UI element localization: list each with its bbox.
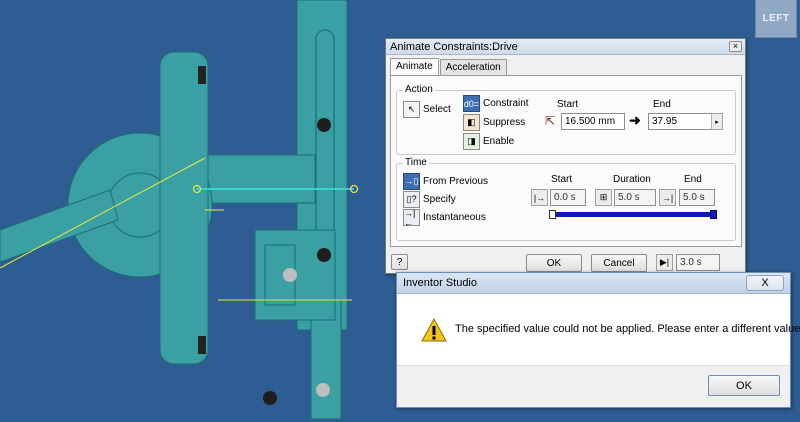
slider-fill	[551, 212, 715, 217]
from-previous-icon: →▯	[403, 173, 420, 190]
message-text: The specified value could not be applied…	[455, 323, 800, 335]
measure-icon[interactable]: ⇱	[545, 114, 555, 128]
end-value-flyout-button[interactable]: ▸	[711, 113, 723, 130]
animate-constraints-dialog: Animate Constraints:Drive × Animate Acce…	[385, 38, 746, 274]
time-start-icon[interactable]: |→	[531, 189, 548, 206]
option-constraint[interactable]: d0= Constraint	[463, 95, 529, 112]
bolt	[317, 248, 331, 262]
option-suppress[interactable]: ◧ Suppress	[463, 114, 525, 131]
group-title: Time	[403, 157, 429, 168]
message-area: The specified value could not be applied…	[397, 294, 800, 366]
select-option[interactable]: ↖ Select	[403, 101, 451, 118]
select-label: Select	[423, 104, 451, 115]
option-instantaneous[interactable]: →|← Instantaneous	[403, 208, 486, 228]
time-end-label: End	[684, 174, 702, 185]
bolt	[317, 118, 331, 132]
time-start-input[interactable]: 0.0 s	[550, 189, 586, 206]
slider-end-handle[interactable]	[710, 210, 717, 219]
ok-button[interactable]: OK	[526, 254, 582, 272]
dialog-title: Inventor Studio	[403, 277, 477, 289]
start-value-input[interactable]: 16.500 mm	[561, 113, 625, 130]
option-enable[interactable]: ◨ Enable	[463, 133, 514, 150]
time-group: Time →▯ From Previous ▯? Specify →|← Ins…	[396, 157, 736, 241]
time-end-icon[interactable]: →|	[659, 189, 676, 206]
time-start-label: Start	[551, 174, 573, 185]
option-label: Constraint	[483, 98, 529, 109]
time-end-input[interactable]: 5.0 s	[679, 189, 715, 206]
option-specify[interactable]: ▯? Specify	[403, 191, 456, 208]
slider-start-handle[interactable]	[549, 210, 556, 219]
instantaneous-icon: →|←	[403, 208, 420, 228]
close-button[interactable]: X	[746, 275, 784, 291]
time-slider[interactable]	[549, 210, 717, 219]
time-duration-icon[interactable]: ⊞	[595, 189, 612, 206]
tab-panel: Action ↖ Select d0= Constraint ◧ Suppres…	[390, 75, 742, 247]
end-label: End	[653, 99, 671, 110]
action-group: Action ↖ Select d0= Constraint ◧ Suppres…	[396, 84, 736, 155]
time-duration-label: Duration	[613, 174, 651, 185]
current-time-display: 3.0 s	[676, 254, 720, 271]
pin	[283, 268, 297, 282]
horizontal-arm	[204, 154, 316, 204]
ok-button[interactable]: OK	[708, 375, 780, 396]
bolt	[263, 391, 277, 405]
cancel-button[interactable]: Cancel	[591, 254, 647, 272]
fastener	[198, 336, 206, 354]
arrow-right-icon: ➜	[629, 112, 641, 128]
viewcube-label: LEFT	[762, 13, 790, 24]
left-plate	[159, 51, 209, 365]
inventor-studio-dialog: Inventor Studio X The specified value co…	[396, 272, 800, 408]
cursor-icon: ↖	[403, 101, 420, 118]
option-label: Suppress	[483, 117, 526, 128]
pin	[316, 383, 330, 397]
help-button[interactable]: ?	[391, 254, 408, 270]
apply-icon[interactable]: ▶|	[656, 254, 673, 271]
specify-icon: ▯?	[403, 191, 420, 208]
option-label: Specify	[423, 194, 456, 205]
option-label: From Previous	[423, 176, 489, 187]
group-title: Action	[403, 84, 435, 95]
dialog-footer: OK	[397, 365, 790, 407]
close-button[interactable]: ×	[729, 41, 742, 52]
dialog-titlebar[interactable]: Animate Constraints:Drive ×	[386, 39, 745, 55]
fastener	[198, 66, 206, 84]
start-label: Start	[557, 99, 579, 110]
option-from-previous[interactable]: →▯ From Previous	[403, 173, 488, 190]
viewcube[interactable]: LEFT	[755, 0, 797, 38]
warning-icon	[421, 318, 447, 342]
option-label: Enable	[483, 136, 515, 147]
option-label: Instantaneous	[423, 212, 486, 223]
suppress-icon: ◧	[463, 114, 480, 131]
tab-strip: Animate Acceleration	[390, 58, 508, 75]
enable-icon: ◨	[463, 133, 480, 150]
tab-animate[interactable]: Animate	[390, 58, 439, 75]
time-duration-input[interactable]: 5.0 s	[614, 189, 656, 206]
tab-acceleration[interactable]: Acceleration	[439, 59, 507, 75]
dialog-title: Animate Constraints:Drive	[390, 41, 518, 53]
dialog-titlebar[interactable]: Inventor Studio X	[397, 273, 790, 294]
constraint-icon: d0=	[463, 95, 480, 112]
